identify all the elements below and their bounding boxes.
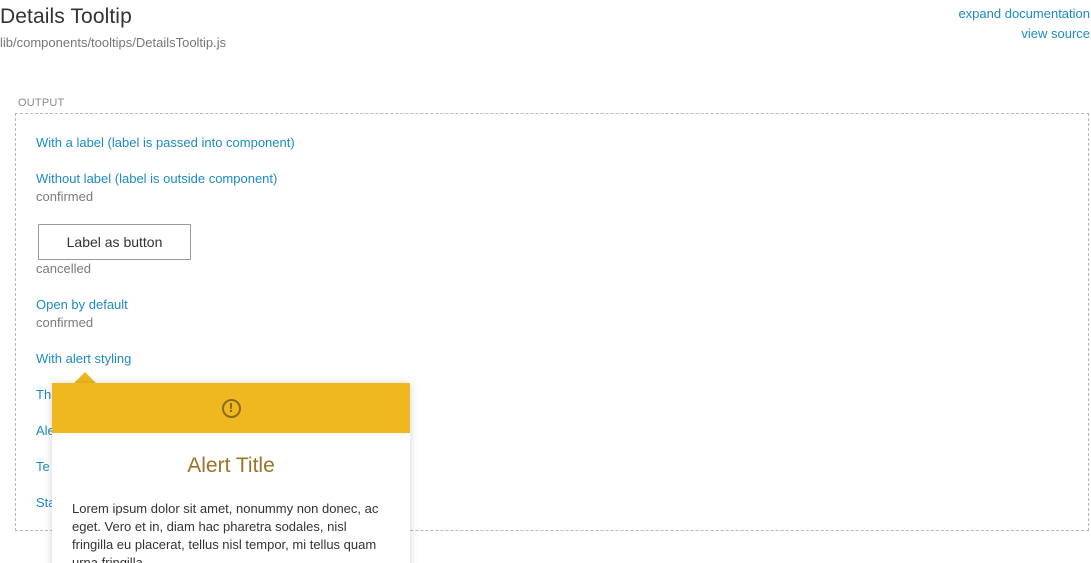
tooltip-body: Lorem ipsum dolor sit amet, nonummy non …: [72, 501, 379, 563]
example-link-partial[interactable]: Th: [36, 387, 51, 402]
view-source-link[interactable]: view source: [1021, 26, 1090, 41]
component-path: lib/components/tooltips/DetailsTooltip.j…: [0, 35, 227, 50]
expand-documentation-link[interactable]: expand documentation: [958, 6, 1090, 21]
tooltip-caret: [74, 372, 96, 383]
alert-circle-icon: !: [221, 398, 241, 418]
status-text: cancelled: [36, 261, 91, 276]
page-title: Details Tooltip: [0, 5, 132, 28]
example-link-without-label[interactable]: Without label (label is outside componen…: [36, 171, 277, 186]
example-link-with-label[interactable]: With a label (label is passed into compo…: [36, 135, 295, 150]
label-as-button[interactable]: Label as button: [38, 224, 191, 260]
status-text: confirmed: [36, 189, 94, 204]
tooltip-title: Alert Title: [187, 454, 275, 477]
alert-tooltip: ! Alert Title Lorem ipsum dolor sit amet…: [52, 383, 410, 563]
status-text: confirmed: [36, 315, 94, 330]
page: Details Tooltip lib/components/tooltips/…: [0, 0, 1091, 563]
example-link-open-by-default[interactable]: Open by default: [36, 297, 128, 312]
example-link-partial[interactable]: Te: [36, 459, 50, 474]
tooltip-header: !: [52, 383, 410, 433]
output-label: OUTPUT: [18, 97, 65, 109]
example-link-alert-styling[interactable]: With alert styling: [36, 351, 131, 366]
